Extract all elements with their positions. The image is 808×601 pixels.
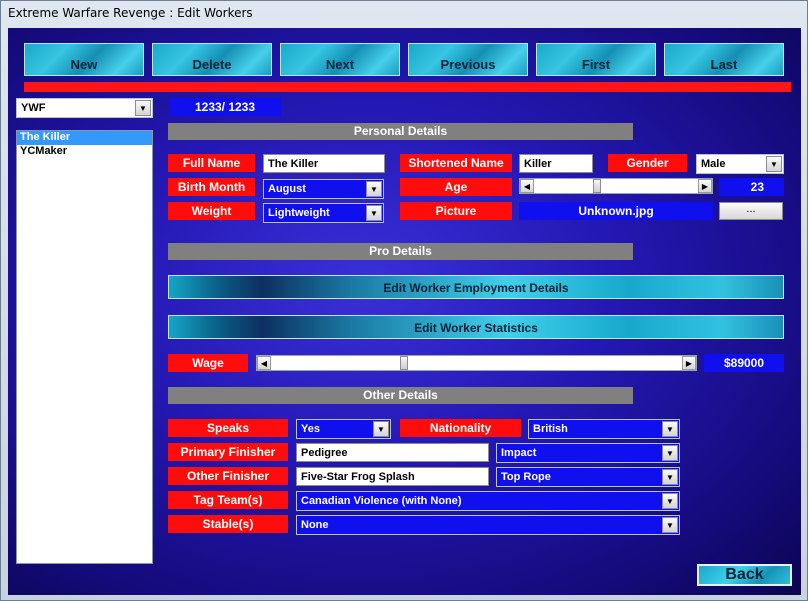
gender-select[interactable]: Male ▼ bbox=[696, 154, 784, 174]
tag-team-select[interactable]: Canadian Violence (with None) ▼ bbox=[296, 491, 680, 511]
back-button[interactable]: Back bbox=[697, 564, 792, 586]
record-counter: 1233/ 1233 bbox=[169, 98, 281, 116]
birth-month-select[interactable]: August ▼ bbox=[263, 179, 384, 199]
weight-value: Lightweight bbox=[268, 207, 330, 219]
other-finisher-field[interactable]: Five-Star Frog Splash bbox=[296, 467, 489, 486]
wage-slider-thumb[interactable] bbox=[399, 356, 408, 370]
left-arrow-icon[interactable]: ◀ bbox=[257, 356, 271, 370]
chevron-down-icon[interactable]: ▼ bbox=[766, 156, 782, 172]
primary-finisher-type-select[interactable]: Impact ▼ bbox=[496, 443, 680, 463]
age-slider[interactable]: ◀ ▶ bbox=[519, 178, 713, 194]
speaks-select[interactable]: Yes ▼ bbox=[296, 419, 391, 439]
other-details-header: Other Details bbox=[168, 387, 633, 404]
edit-employment-button[interactable]: Edit Worker Employment Details bbox=[168, 275, 784, 299]
nationality-select[interactable]: British ▼ bbox=[528, 419, 680, 439]
age-label: Age bbox=[400, 178, 512, 196]
picture-filename: Unknown.jpg bbox=[519, 202, 713, 220]
divider-bar bbox=[24, 82, 791, 92]
birth-month-label: Birth Month bbox=[168, 178, 255, 196]
list-item[interactable]: The Killer bbox=[17, 131, 152, 145]
other-finisher-label: Other Finisher bbox=[168, 467, 288, 485]
other-finisher-type-select[interactable]: Top Rope ▼ bbox=[496, 467, 680, 487]
primary-finisher-type-value: Impact bbox=[501, 447, 537, 459]
list-item[interactable]: YCMaker bbox=[17, 145, 152, 159]
nationality-value: British bbox=[533, 423, 568, 435]
left-arrow-icon[interactable]: ◀ bbox=[520, 179, 534, 193]
chevron-down-icon[interactable]: ▼ bbox=[662, 421, 678, 437]
last-button[interactable]: Last bbox=[664, 43, 784, 76]
shortened-name-label: Shortened Name bbox=[400, 154, 512, 172]
right-arrow-icon[interactable]: ▶ bbox=[698, 179, 712, 193]
gender-label: Gender bbox=[608, 154, 687, 172]
nationality-label: Nationality bbox=[400, 419, 521, 437]
age-value: 23 bbox=[719, 178, 784, 196]
age-slider-thumb[interactable] bbox=[593, 179, 602, 193]
wage-label: Wage bbox=[168, 354, 248, 372]
personal-details-header: Personal Details bbox=[168, 123, 633, 140]
chevron-down-icon[interactable]: ▼ bbox=[662, 469, 678, 485]
next-button[interactable]: Next bbox=[280, 43, 400, 76]
promotion-select[interactable]: YWF ▼ bbox=[16, 98, 153, 118]
shortened-name-field[interactable]: Killer bbox=[519, 154, 593, 173]
chevron-down-icon[interactable]: ▼ bbox=[662, 445, 678, 461]
chevron-down-icon[interactable]: ▼ bbox=[373, 421, 389, 437]
gender-value: Male bbox=[701, 158, 726, 170]
right-arrow-icon[interactable]: ▶ bbox=[682, 356, 696, 370]
chevron-down-icon[interactable]: ▼ bbox=[135, 100, 151, 116]
previous-button[interactable]: Previous bbox=[408, 43, 528, 76]
chevron-down-icon[interactable]: ▼ bbox=[662, 517, 678, 533]
picture-label: Picture bbox=[400, 202, 512, 220]
tag-team-value: Canadian Violence (with None) bbox=[301, 495, 462, 507]
stable-select[interactable]: None ▼ bbox=[296, 515, 680, 535]
delete-button[interactable]: Delete bbox=[152, 43, 272, 76]
app-window: Extreme Warfare Revenge : Edit Workers N… bbox=[0, 0, 808, 601]
chevron-down-icon[interactable]: ▼ bbox=[366, 181, 382, 197]
primary-finisher-label: Primary Finisher bbox=[168, 443, 288, 461]
speaks-value: Yes bbox=[301, 423, 320, 435]
weight-label: Weight bbox=[168, 202, 255, 220]
window-title: Extreme Warfare Revenge : Edit Workers bbox=[8, 6, 253, 20]
pro-details-header: Pro Details bbox=[168, 243, 633, 260]
chevron-down-icon[interactable]: ▼ bbox=[366, 205, 382, 221]
browse-picture-button[interactable]: ... bbox=[719, 202, 783, 220]
editor-panel: New Delete Next Previous First Last YWF … bbox=[8, 28, 801, 595]
chevron-down-icon[interactable]: ▼ bbox=[662, 493, 678, 509]
wage-slider[interactable]: ◀ ▶ bbox=[256, 355, 697, 371]
stable-label: Stable(s) bbox=[168, 515, 288, 533]
tag-team-label: Tag Team(s) bbox=[168, 491, 288, 509]
worker-list[interactable]: The Killer YCMaker bbox=[16, 130, 153, 564]
promotion-value: YWF bbox=[21, 102, 46, 114]
first-button[interactable]: First bbox=[536, 43, 656, 76]
other-finisher-type-value: Top Rope bbox=[501, 471, 551, 483]
full-name-field[interactable]: The Killer bbox=[263, 154, 385, 173]
new-button[interactable]: New bbox=[24, 43, 144, 76]
speaks-label: Speaks bbox=[168, 419, 288, 437]
birth-month-value: August bbox=[268, 183, 306, 195]
edit-statistics-button[interactable]: Edit Worker Statistics bbox=[168, 315, 784, 339]
weight-select[interactable]: Lightweight ▼ bbox=[263, 203, 384, 223]
full-name-label: Full Name bbox=[168, 154, 255, 172]
stable-value: None bbox=[301, 519, 329, 531]
wage-value: $89000 bbox=[704, 354, 784, 372]
primary-finisher-field[interactable]: Pedigree bbox=[296, 443, 489, 462]
